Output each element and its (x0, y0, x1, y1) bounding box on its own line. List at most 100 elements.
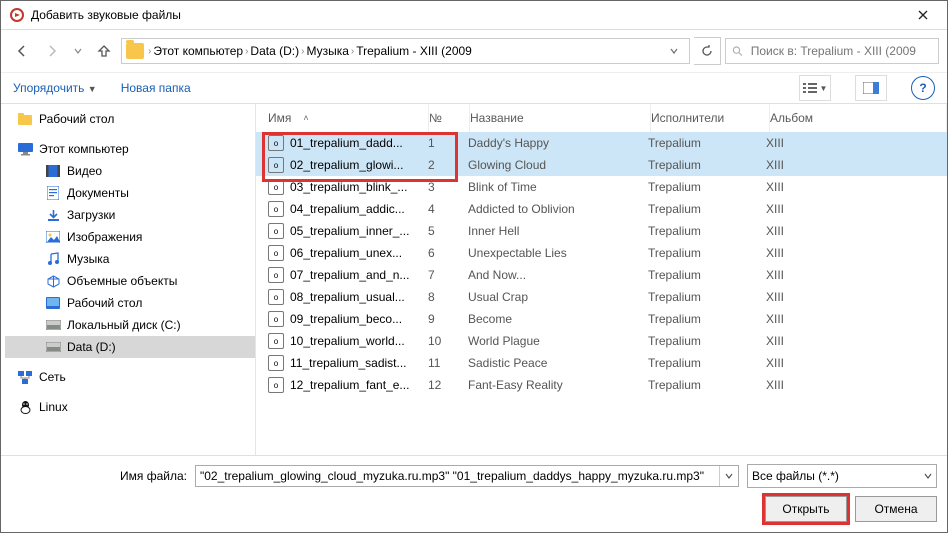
sidebar-item-icon (45, 295, 61, 311)
audio-file-icon: o (268, 223, 284, 239)
titlebar: Добавить звуковые файлы (1, 1, 947, 30)
track-album: XIII (766, 312, 947, 326)
tree-item[interactable]: Видео (5, 160, 255, 182)
tree-item-label: Видео (67, 164, 102, 178)
track-artist: Trepalium (648, 268, 766, 282)
track-no: 6 (428, 246, 468, 260)
sidebar-item-icon (45, 251, 61, 267)
help-button[interactable]: ? (911, 76, 935, 100)
file-list[interactable]: o01_trepalium_dadd...1Daddy's HappyTrepa… (256, 132, 947, 455)
tree-item[interactable]: Загрузки (5, 204, 255, 226)
file-row[interactable]: o01_trepalium_dadd...1Daddy's HappyTrepa… (256, 132, 947, 154)
nav-row: › Этот компьютер› Data (D:)› Музыка› Tre… (1, 30, 947, 72)
up-button[interactable] (91, 38, 117, 64)
track-no: 1 (428, 136, 468, 150)
tree-item-network[interactable]: Сеть (5, 366, 255, 388)
refresh-button[interactable] (694, 37, 721, 65)
chevron-right-icon: › (148, 46, 151, 57)
history-dropdown[interactable] (69, 38, 87, 64)
nav-tree[interactable]: Рабочий стол Этот компьютер Видео Докумен… (1, 104, 256, 455)
track-album: XIII (766, 378, 947, 392)
search-field[interactable] (749, 43, 932, 59)
track-album: XIII (766, 246, 947, 260)
file-row[interactable]: o09_trepalium_beco...9BecomeTrepaliumXII… (256, 308, 947, 330)
file-name: 08_trepalium_usual... (290, 290, 405, 304)
breadcrumb: Музыка› (306, 44, 354, 58)
file-row[interactable]: o07_trepalium_and_n...7And Now...Trepali… (256, 264, 947, 286)
file-name: 03_trepalium_blink_... (290, 180, 407, 194)
file-name: 06_trepalium_unex... (290, 246, 402, 260)
chevron-right-icon: › (301, 46, 304, 57)
breadcrumb: Этот компьютер› (153, 44, 248, 58)
cancel-button[interactable]: Отмена (855, 496, 937, 522)
close-button[interactable] (903, 2, 943, 28)
tree-item[interactable]: Локальный диск (С:) (5, 314, 255, 336)
header-title[interactable]: Название (470, 104, 651, 132)
sort-indicator-icon: ˄ (303, 113, 308, 123)
file-row[interactable]: o12_trepalium_fant_e...12Fant-Easy Reali… (256, 374, 947, 396)
search-input[interactable] (725, 38, 939, 64)
address-dropdown[interactable] (663, 40, 685, 62)
track-no: 2 (428, 158, 468, 172)
tree-item[interactable]: Изображения (5, 226, 255, 248)
forward-button[interactable] (39, 38, 65, 64)
file-type-filter[interactable]: Все файлы (*.*) (747, 464, 937, 488)
filename-dropdown[interactable] (719, 466, 738, 486)
preview-pane-button[interactable] (855, 75, 887, 101)
track-title: Sadistic Peace (468, 356, 648, 370)
open-button[interactable]: Открыть (765, 496, 847, 522)
track-title: And Now... (468, 268, 648, 282)
file-row[interactable]: o08_trepalium_usual...8Usual CrapTrepali… (256, 286, 947, 308)
track-no: 9 (428, 312, 468, 326)
file-row[interactable]: o11_trepalium_sadist...11Sadistic PeaceT… (256, 352, 947, 374)
tree-item-label: Data (D:) (67, 340, 116, 354)
track-no: 8 (428, 290, 468, 304)
network-icon (17, 369, 33, 385)
track-title: Unexpectable Lies (468, 246, 648, 260)
file-row[interactable]: o06_trepalium_unex...6Unexpectable LiesT… (256, 242, 947, 264)
file-name: 11_trepalium_sadist... (290, 356, 407, 370)
file-row[interactable]: o05_trepalium_inner_...5Inner HellTrepal… (256, 220, 947, 242)
track-album: XIII (766, 290, 947, 304)
file-name: 02_trepalium_glowi... (290, 158, 403, 172)
tree-item-label: Загрузки (67, 208, 115, 222)
file-row[interactable]: o04_trepalium_addic...4Addicted to Obliv… (256, 198, 947, 220)
tree-item[interactable]: Объемные объекты (5, 270, 255, 292)
tree-item[interactable]: Рабочий стол (5, 292, 255, 314)
address-bar[interactable]: › Этот компьютер› Data (D:)› Музыка› Tre… (121, 38, 690, 64)
filename-input[interactable] (195, 465, 739, 487)
file-name: 07_trepalium_and_n... (290, 268, 409, 282)
file-row[interactable]: o02_trepalium_glowi...2Glowing CloudTrep… (256, 154, 947, 176)
tree-item[interactable]: Музыка (5, 248, 255, 270)
header-track-no[interactable]: № (429, 104, 470, 132)
file-row[interactable]: o10_trepalium_world...10World PlagueTrep… (256, 330, 947, 352)
organize-menu[interactable]: Упорядочить ▼ (13, 81, 97, 95)
track-no: 7 (428, 268, 468, 282)
header-artist[interactable]: Исполнители (651, 104, 770, 132)
new-folder-button[interactable]: Новая папка (121, 81, 191, 95)
header-name[interactable]: Имя˄ (256, 104, 429, 132)
filename-label: Имя файла: (11, 469, 187, 483)
file-name: 04_trepalium_addic... (290, 202, 405, 216)
tree-item[interactable]: Data (D:) (5, 336, 255, 358)
audio-file-icon: o (268, 333, 284, 349)
file-name: 05_trepalium_inner_... (290, 224, 409, 238)
breadcrumb: Data (D:)› (250, 44, 304, 58)
back-button[interactable] (9, 38, 35, 64)
tree-item-desktop[interactable]: Рабочий стол (5, 108, 255, 130)
sidebar-item-icon (45, 207, 61, 223)
track-title: Inner Hell (468, 224, 648, 238)
view-mode-button[interactable]: ▼ (799, 75, 831, 101)
file-area: Имя˄ № Название Исполнители Альбом o01_t… (256, 104, 947, 455)
tree-item-linux[interactable]: Linux (5, 396, 255, 418)
track-album: XIII (766, 202, 947, 216)
tree-item-this-pc[interactable]: Этот компьютер (5, 138, 255, 160)
header-album[interactable]: Альбом (770, 104, 947, 132)
sidebar-item-icon (45, 229, 61, 245)
sidebar-item-icon (45, 163, 61, 179)
search-icon (732, 45, 743, 57)
filename-combo[interactable] (195, 465, 739, 487)
file-row[interactable]: o03_trepalium_blink_...3Blink of TimeTre… (256, 176, 947, 198)
track-artist: Trepalium (648, 290, 766, 304)
tree-item[interactable]: Документы (5, 182, 255, 204)
